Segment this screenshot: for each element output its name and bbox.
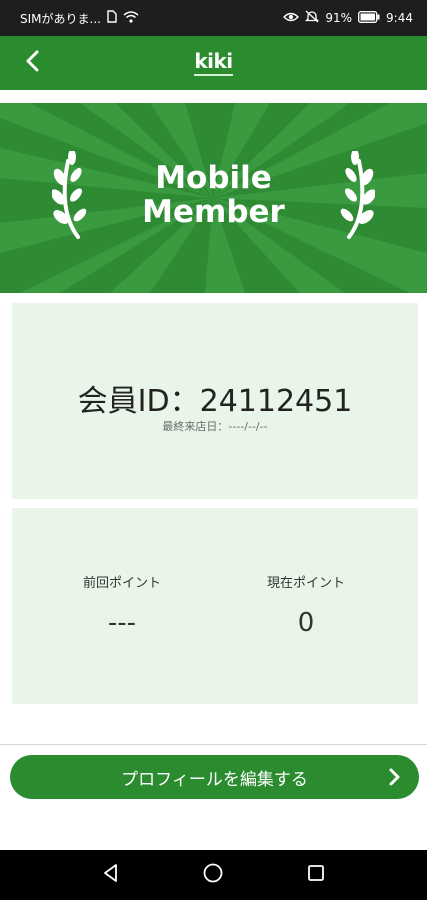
nav-back-icon xyxy=(101,863,121,887)
banner-title-line1: Mobile xyxy=(155,160,272,196)
back-arrow-icon xyxy=(23,49,41,77)
current-points-label: 現在ポイント xyxy=(266,576,345,591)
edit-profile-button[interactable]: プロフィールを編集する xyxy=(10,755,419,799)
logo-text: kiki xyxy=(194,48,233,73)
battery-icon xyxy=(358,10,380,26)
mute-icon xyxy=(305,10,320,26)
status-bar: SIMがありま... 91% 9:44 xyxy=(0,0,427,36)
battery-percent: 91% xyxy=(325,11,353,25)
divider xyxy=(0,744,427,745)
nav-recents-icon xyxy=(306,863,326,887)
banner-title: Mobile Member xyxy=(0,161,427,229)
edit-profile-label: プロフィールを編集する xyxy=(121,769,308,790)
chevron-right-icon xyxy=(383,766,405,788)
member-id-card: 会員ID：24112451 最終来店日：----/--/-- xyxy=(12,303,418,499)
previous-points-value: --- xyxy=(107,608,137,638)
app-logo: kiki xyxy=(194,48,233,76)
sim-icon xyxy=(107,10,117,26)
carrier-text: SIMがありま... xyxy=(20,11,101,26)
points-card: 前回ポイント --- 現在ポイント 0 xyxy=(12,508,418,704)
wifi-icon xyxy=(123,10,139,26)
clock: 9:44 xyxy=(386,11,413,25)
nav-home-button[interactable] xyxy=(189,851,237,899)
eye-icon xyxy=(283,11,300,26)
current-points-value: 0 xyxy=(297,608,315,638)
nav-back-button[interactable] xyxy=(87,851,135,899)
mobile-member-banner: Mobile Member xyxy=(0,103,427,293)
nav-recents-button[interactable] xyxy=(292,851,340,899)
nav-home-icon xyxy=(202,862,224,888)
app-bar: kiki xyxy=(0,36,427,90)
system-nav-bar xyxy=(0,850,427,900)
logo-underline xyxy=(194,73,233,76)
last-visit-date: 最終来店日：----/--/-- xyxy=(162,420,268,433)
back-button[interactable] xyxy=(14,45,50,81)
member-id: 会員ID：24112451 xyxy=(77,384,353,419)
banner-title-line2: Member xyxy=(142,194,285,230)
previous-points-label: 前回ポイント xyxy=(82,576,161,591)
